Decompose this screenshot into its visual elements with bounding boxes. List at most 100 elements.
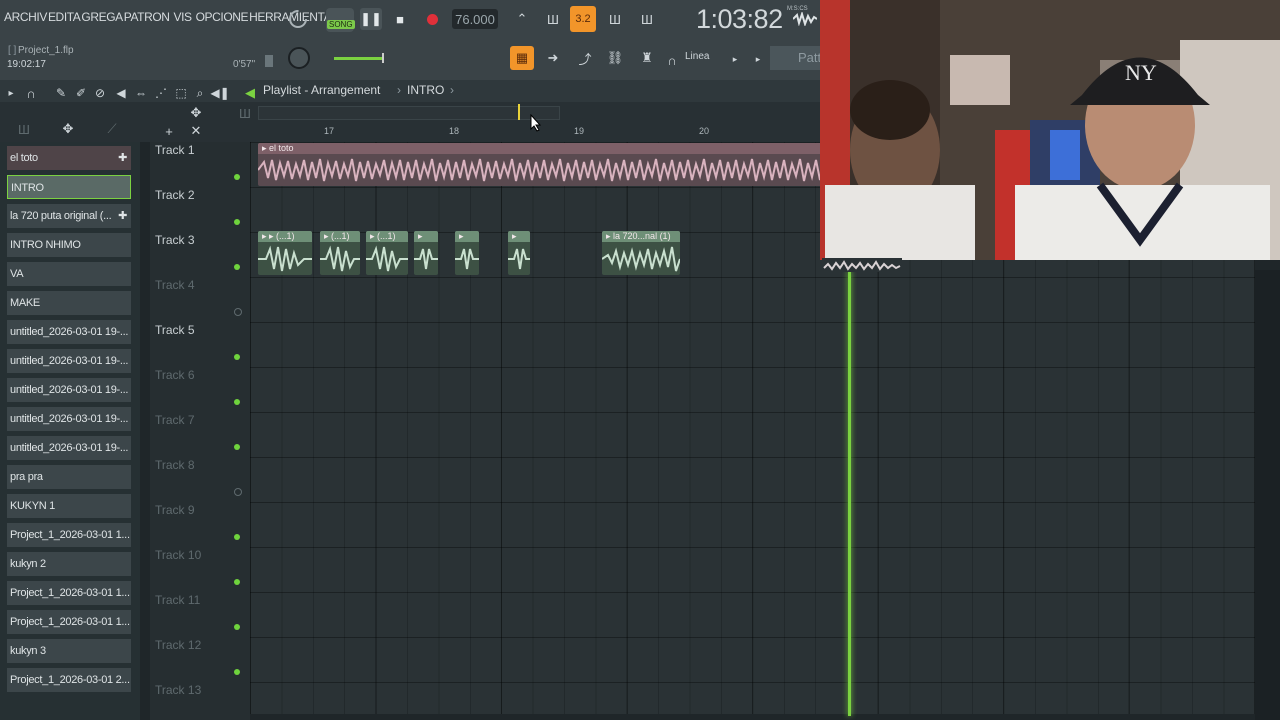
- overview-scrollbar[interactable]: [258, 106, 560, 120]
- audio-clip[interactable]: ▸ la 720...nal (1): [602, 231, 680, 275]
- arrangement-selector[interactable]: INTRO: [407, 83, 444, 97]
- slip-icon[interactable]: ⇔: [132, 82, 150, 104]
- snap-mode-select[interactable]: Linea: [685, 51, 709, 62]
- pencil-icon[interactable]: ✎: [52, 82, 70, 104]
- pause-button[interactable]: ❚❚: [360, 8, 382, 30]
- track-inactive-led-icon[interactable]: [234, 488, 242, 496]
- record-button[interactable]: [421, 8, 443, 30]
- loop-record-icon[interactable]: Ш: [634, 8, 660, 30]
- add-icon[interactable]: ✚: [118, 204, 127, 228]
- vertical-scrollbar[interactable]: [1255, 270, 1280, 720]
- picker-item[interactable]: untitled_2026-03-01 19-...: [7, 320, 131, 344]
- picker-item[interactable]: Project_1_2026-03-01 2...: [7, 668, 131, 692]
- track-label[interactable]: Track 10: [155, 548, 201, 562]
- mute-icon[interactable]: ◀: [112, 82, 130, 104]
- clip-header[interactable]: ▸ (...1): [320, 231, 360, 242]
- menu-item-add[interactable]: GREGA: [81, 10, 123, 24]
- track-active-led-icon[interactable]: [234, 444, 240, 450]
- tempo-display[interactable]: 76.000: [452, 9, 498, 29]
- stamp-icon[interactable]: ♜: [636, 47, 658, 69]
- browser-sort-icon[interactable]: ✥: [58, 118, 78, 140]
- countdown-toggle[interactable]: 3.2: [570, 6, 596, 32]
- picker-item[interactable]: KUKYN 1: [7, 494, 131, 518]
- picker-item[interactable]: VA: [7, 262, 131, 286]
- track-label[interactable]: Track 13: [155, 683, 201, 697]
- audio-clip[interactable]: ▸ (...1): [320, 231, 360, 275]
- track-active-led-icon[interactable]: [234, 534, 240, 540]
- close-icon[interactable]: ✕: [187, 120, 205, 142]
- picker-item[interactable]: pra pra: [7, 465, 131, 489]
- menu-item-options[interactable]: OPCIONE: [196, 10, 249, 24]
- magnet-icon[interactable]: ∩: [664, 49, 680, 71]
- select-icon[interactable]: ⬚: [172, 82, 190, 104]
- audio-clip[interactable]: ▸ (...1): [366, 231, 408, 275]
- track-active-led-icon[interactable]: [234, 579, 240, 585]
- track-active-led-icon[interactable]: [234, 174, 240, 180]
- clip-header[interactable]: ▸: [455, 231, 479, 242]
- clip-header[interactable]: ▸ ▸ (...1): [258, 231, 312, 242]
- playback-icon[interactable]: ◀❚: [210, 82, 229, 104]
- wait-input-icon[interactable]: Ш: [540, 8, 566, 30]
- track-label[interactable]: Track 11: [155, 593, 200, 607]
- track-active-led-icon[interactable]: [234, 669, 240, 675]
- magnet-snap-icon[interactable]: ∩: [22, 82, 40, 104]
- add-icon[interactable]: ✚: [118, 146, 127, 170]
- track-label[interactable]: Track 8: [155, 458, 195, 472]
- picker-item[interactable]: Project_1_2026-03-01 1...: [7, 610, 131, 634]
- chevron-right-icon[interactable]: ▸: [728, 48, 742, 70]
- track-active-led-icon[interactable]: [234, 399, 240, 405]
- paint-brush-icon[interactable]: ✐: [72, 82, 90, 104]
- track-active-led-icon[interactable]: [234, 219, 240, 225]
- picker-item[interactable]: la 720 puta original (... ✚: [7, 204, 131, 228]
- delete-icon[interactable]: ⊘: [91, 82, 109, 104]
- browser-view-icon[interactable]: Ш: [14, 118, 34, 140]
- track-label[interactable]: Track 2: [155, 188, 195, 202]
- track-inactive-led-icon[interactable]: [234, 308, 242, 316]
- chevron-right-icon[interactable]: ▸: [751, 48, 765, 70]
- picker-item-selected[interactable]: INTRO: [7, 175, 131, 199]
- arrow-right-icon[interactable]: ➜: [542, 47, 564, 69]
- zoom-icon[interactable]: ⌕: [191, 82, 209, 104]
- audio-clip[interactable]: ▸: [414, 231, 438, 275]
- menu-item-file[interactable]: ARCHIV: [4, 10, 47, 24]
- master-volume-handle[interactable]: [382, 53, 384, 63]
- menu-item-view[interactable]: VIS: [174, 10, 193, 24]
- picker-item[interactable]: Project_1_2026-03-01 1...: [7, 523, 131, 547]
- clip-header[interactable]: ▸: [414, 231, 438, 242]
- browser-link-icon[interactable]: ⟋: [102, 118, 122, 140]
- picker-item[interactable]: kukyn 3: [7, 639, 131, 663]
- menu-item-edit[interactable]: EDITA: [48, 10, 81, 24]
- picker-item[interactable]: kukyn 2: [7, 552, 131, 576]
- step-edit-icon[interactable]: Ш: [603, 8, 627, 30]
- metronome-icon[interactable]: ⌃: [510, 8, 534, 30]
- track-active-led-icon[interactable]: [234, 264, 240, 270]
- clip-header[interactable]: ▸: [508, 231, 530, 242]
- picker-item[interactable]: Project_1_2026-03-01 1...: [7, 581, 131, 605]
- track-label[interactable]: Track 4: [155, 278, 195, 292]
- audio-clip[interactable]: ▸ el toto: [258, 143, 828, 186]
- track-label[interactable]: Track 3: [155, 233, 195, 247]
- stop-button[interactable]: ■: [389, 8, 411, 30]
- playlist-view-button[interactable]: ▦: [510, 46, 534, 70]
- track-label[interactable]: Track 9: [155, 503, 195, 517]
- track-label[interactable]: Track 7: [155, 413, 195, 427]
- audio-clip[interactable]: ▸ ▸ (...1): [258, 231, 312, 275]
- picker-item[interactable]: INTRO NHIMO: [7, 233, 131, 257]
- picker-item[interactable]: MAKE: [7, 291, 131, 315]
- track-label[interactable]: Track 1: [155, 143, 195, 157]
- brush-icon[interactable]: ⤴: [574, 47, 596, 69]
- link-icon[interactable]: ⛓: [604, 47, 626, 69]
- picker-item[interactable]: untitled_2026-03-01 19-...: [7, 378, 131, 402]
- overview-position-marker[interactable]: [518, 104, 520, 120]
- track-active-led-icon[interactable]: [234, 624, 240, 630]
- slice-icon[interactable]: ⋰: [152, 82, 170, 104]
- playhead-marker[interactable]: [848, 270, 851, 716]
- pattern-selector[interactable]: Patt: [770, 46, 821, 70]
- add-track-icon[interactable]: +: [160, 120, 178, 142]
- arrangement-menu-icon[interactable]: ›: [450, 83, 454, 97]
- clip-header[interactable]: ▸ el toto: [258, 143, 828, 154]
- picker-item[interactable]: untitled_2026-03-01 19-...: [7, 436, 131, 460]
- audio-clip[interactable]: ▸: [455, 231, 479, 275]
- clip-header[interactable]: ▸ la 720...nal (1): [602, 231, 680, 242]
- clip-header[interactable]: ▸ (...1): [366, 231, 408, 242]
